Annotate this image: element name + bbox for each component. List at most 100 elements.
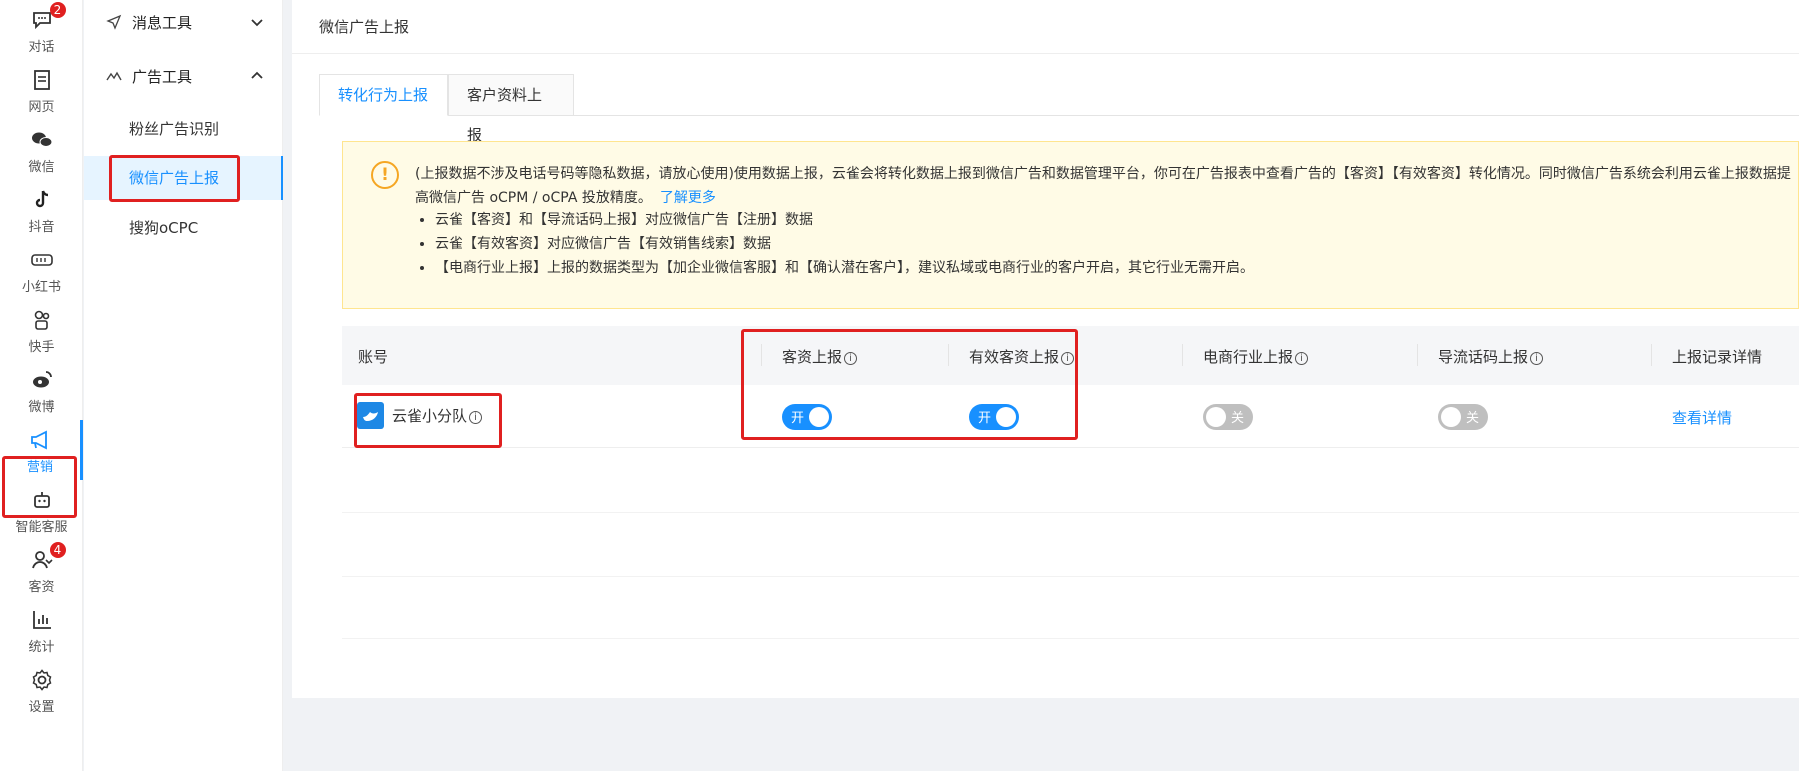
- col-lead-report: 客资上报 i: [782, 346, 858, 367]
- stats-icon: [30, 608, 54, 632]
- rail-item-stats[interactable]: 统计: [0, 600, 83, 660]
- table-row: 云雀小分队 i 开 开 关 关 查看详情: [342, 385, 1799, 448]
- learn-more-link[interactable]: 了解更多: [660, 190, 716, 206]
- info-icon[interactable]: i: [469, 411, 483, 424]
- subnav-group-ad-tools[interactable]: 广告工具: [84, 56, 283, 96]
- gear-icon: [30, 668, 54, 692]
- account-label: 云雀小分队: [392, 407, 468, 425]
- chat-icon: 2: [30, 2, 66, 32]
- ad-tools-icon: [106, 68, 122, 84]
- sub-navigation: 消息工具 广告工具 粉丝广告识别 微信广告上报 搜狗oCPC: [84, 0, 283, 771]
- rail-item-weibo[interactable]: 微博: [0, 360, 83, 420]
- switch-state: 开: [978, 411, 992, 426]
- switch-state: 关: [1230, 411, 1244, 426]
- col-label: 有效客资上报: [969, 348, 1060, 366]
- tab-customer-data-report[interactable]: 客户资料上报: [448, 74, 574, 144]
- robot-icon: [30, 488, 54, 512]
- valid-lead-report-switch[interactable]: 开: [969, 404, 1019, 430]
- chevron-up-icon: [249, 68, 265, 84]
- switch-knob: [1206, 407, 1226, 427]
- info-icon[interactable]: i: [1061, 352, 1075, 365]
- webpage-icon: [30, 68, 54, 92]
- chevron-down-icon: [249, 14, 265, 30]
- switch-knob: [996, 407, 1016, 427]
- col-valid-lead-report: 有效客资上报 i: [969, 346, 1075, 367]
- table-divider: [342, 576, 1799, 577]
- ecommerce-report-switch[interactable]: 关: [1203, 404, 1253, 430]
- account-name: 云雀小分队 i: [392, 405, 483, 426]
- notice-bullet: 云雀【有效客资】对应微信广告【有效销售线索】数据: [435, 232, 1254, 256]
- notice-bullets: 云雀【客资】和【导流话码上报】对应微信广告【注册】数据 云雀【有效客资】对应微信…: [415, 208, 1254, 280]
- rail-label: 智能客服: [15, 520, 68, 535]
- rail-label: 微信: [28, 160, 55, 175]
- info-icon[interactable]: i: [1530, 352, 1544, 365]
- notice-paragraph: (上报数据不涉及电话号码等隐私数据，请放心使用)使用数据上报，云雀会将转化数据上…: [415, 166, 1791, 206]
- rail-item-marketing[interactable]: 营销: [0, 420, 83, 480]
- rail-label: 统计: [28, 640, 55, 655]
- col-account: 账号: [358, 348, 389, 366]
- view-details-link[interactable]: 查看详情: [1672, 407, 1732, 428]
- send-icon: [106, 14, 122, 30]
- rail-label: 客资: [28, 580, 55, 595]
- col-label: 客资上报: [782, 348, 843, 366]
- col-report-details: 上报记录详情: [1672, 348, 1763, 366]
- kuaishou-icon: [30, 308, 54, 332]
- traffic-code-report-switch[interactable]: 关: [1438, 404, 1488, 430]
- rail-item-ai-service[interactable]: 智能客服: [0, 480, 83, 540]
- group-label: 消息工具: [132, 14, 193, 32]
- rail-item-kuaishou[interactable]: 快手: [0, 300, 83, 360]
- rail-label: 微博: [28, 400, 55, 415]
- rail-item-settings[interactable]: 设置: [0, 660, 83, 720]
- customers-badge: 4: [49, 542, 66, 558]
- col-divider: [1182, 344, 1183, 366]
- wechat-icon: [30, 128, 54, 152]
- table-divider: [342, 638, 1799, 639]
- col-ecommerce-report: 电商行业上报 i: [1203, 346, 1309, 367]
- notice-text: (上报数据不涉及电话号码等隐私数据，请放心使用)使用数据上报，云雀会将转化数据上…: [415, 162, 1795, 210]
- page-header: 微信广告上报: [292, 0, 1799, 54]
- rail-item-wechat[interactable]: 微信: [0, 120, 83, 180]
- weibo-icon: [30, 368, 54, 392]
- table-header: 账号 客资上报 i 有效客资上报 i 电商行业上报 i 导流话码上报 i 上报记录详情: [342, 326, 1799, 385]
- tab-divider: [319, 115, 1799, 116]
- switch-knob: [1441, 407, 1461, 427]
- lead-report-switch[interactable]: 开: [782, 404, 832, 430]
- col-label: 电商行业上报: [1203, 348, 1294, 366]
- col-divider: [948, 344, 949, 366]
- subnav-group-message-tools[interactable]: 消息工具: [84, 2, 283, 42]
- rail-item-douyin[interactable]: 抖音: [0, 180, 83, 240]
- group-label: 广告工具: [132, 68, 193, 86]
- subnav-item-fan-ad-recognition[interactable]: 粉丝广告识别: [84, 107, 283, 151]
- rail-label: 小红书: [21, 280, 61, 295]
- douyin-icon: [30, 188, 54, 212]
- customer-icon: 4: [30, 542, 66, 572]
- subnav-item-sogou-ocpc[interactable]: 搜狗oCPC: [84, 206, 283, 250]
- switch-state: 关: [1465, 411, 1479, 426]
- info-icon[interactable]: i: [844, 352, 858, 365]
- switch-state: 开: [791, 411, 805, 426]
- rail-item-xiaohongshu[interactable]: 小红书: [0, 240, 83, 300]
- tab-conversion-report[interactable]: 转化行为上报: [319, 74, 448, 116]
- col-traffic-code-report: 导流话码上报 i: [1438, 346, 1544, 367]
- info-icon[interactable]: i: [1295, 352, 1309, 365]
- rail-item-chat[interactable]: 2 对话: [0, 0, 83, 60]
- rail-label: 网页: [28, 100, 55, 115]
- rail-item-customers[interactable]: 4 客资: [0, 540, 83, 600]
- chat-badge: 2: [49, 2, 66, 18]
- notice-banner: ! (上报数据不涉及电话号码等隐私数据，请放心使用)使用数据上报，云雀会将转化数…: [342, 141, 1799, 309]
- col-divider: [1651, 344, 1652, 366]
- subnav-item-wechat-ad-report[interactable]: 微信广告上报: [84, 156, 283, 200]
- megaphone-icon: [28, 428, 52, 452]
- table-divider: [342, 512, 1799, 513]
- rail-item-webpage[interactable]: 网页: [0, 60, 83, 120]
- account-avatar-icon: [357, 402, 384, 429]
- rail-label: 抖音: [28, 220, 55, 235]
- rail-label: 快手: [28, 340, 55, 355]
- notice-bullet: 云雀【客资】和【导流话码上报】对应微信广告【注册】数据: [435, 208, 1254, 232]
- rail-label: 营销: [26, 460, 53, 475]
- col-divider: [761, 344, 762, 366]
- icon-rail: 2 对话 网页 微信 抖音 小红书 快手 微博 营销 智能客服 4 客资 统计 …: [0, 0, 83, 771]
- notice-bullet: 【电商行业上报】上报的数据类型为【加企业微信客服】和【确认潜在客户】，建议私域或…: [435, 256, 1254, 280]
- col-divider: [1417, 344, 1418, 366]
- main-panel: 转化行为上报 客户资料上报 ! (上报数据不涉及电话号码等隐私数据，请放心使用)…: [292, 54, 1799, 698]
